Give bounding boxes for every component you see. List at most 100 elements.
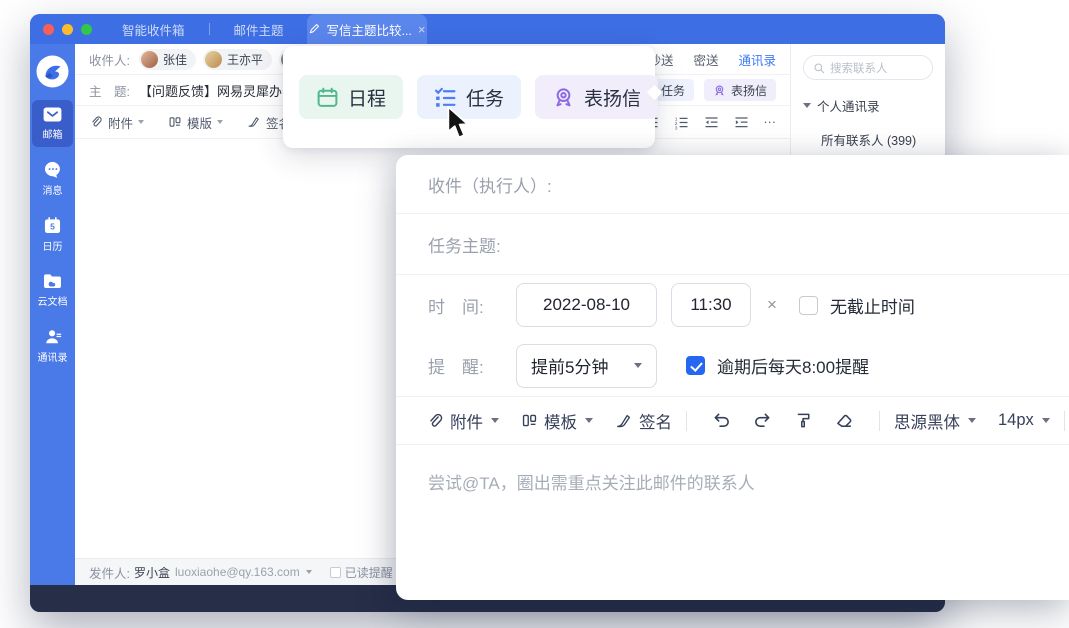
time-input[interactable]: 11:30: [671, 283, 751, 327]
remind-label: 提 醒:: [428, 353, 516, 378]
pencil-icon: [308, 23, 320, 35]
chevron-down-icon[interactable]: [306, 570, 312, 574]
attach-label: 附件: [108, 113, 133, 132]
recipient-chip[interactable]: 张佳: [139, 49, 196, 70]
format-painter-button[interactable]: [794, 411, 813, 430]
toolbar-divider: [879, 411, 880, 431]
numbered-list-icon[interactable]: 1 2 3: [674, 115, 689, 130]
font-size-value: 14px: [998, 411, 1034, 430]
recipient-chip[interactable]: 王亦平: [203, 49, 272, 70]
traffic-lights: [43, 24, 92, 35]
tab-mail-subject[interactable]: 邮件主题: [234, 20, 284, 39]
template-icon: [521, 412, 538, 429]
assignee-row[interactable]: 收件（执行人）:: [396, 155, 1069, 214]
zoom-window-button[interactable]: [81, 24, 92, 35]
sidebar-item-cloud-docs[interactable]: 云文档: [32, 266, 73, 314]
contacts-group-personal[interactable]: 个人通讯录: [791, 91, 945, 120]
recipient-name: 张佳: [163, 51, 187, 68]
remind-row: 提 醒: 提前5分钟 逾期后每天8:00提醒: [396, 335, 1069, 397]
no-deadline-label: 无截止时间: [830, 293, 915, 318]
signature-button[interactable]: 签名: [615, 409, 672, 433]
read-receipt-checkbox[interactable]: [330, 567, 341, 578]
remind-value: 提前5分钟: [531, 353, 608, 378]
calendar-outline-icon: [316, 86, 339, 109]
task-editor-toolbar: 附件 模板 签名: [396, 397, 1069, 445]
task-chip-label: 任务: [661, 82, 685, 99]
signature-pen-icon: [615, 412, 633, 430]
overdue-remind-checkbox[interactable]: [686, 356, 705, 375]
font-size-select[interactable]: 14px: [998, 411, 1050, 430]
chevron-down-icon: [803, 103, 811, 108]
toolbar-divider: [1064, 411, 1065, 431]
task-subject-row[interactable]: 任务主题:: [396, 214, 1069, 275]
template-icon: [168, 115, 182, 129]
chevron-down-icon: [1042, 418, 1050, 423]
contacts-link[interactable]: 通讯录: [738, 50, 776, 69]
search-placeholder: 搜索联系人: [830, 60, 888, 76]
sidebar-item-label: 云文档: [38, 293, 68, 308]
contact-search-input[interactable]: 搜索联系人: [803, 55, 933, 80]
attach-button[interactable]: 附件: [426, 409, 499, 433]
font-family-select[interactable]: 思源黑体: [894, 409, 976, 433]
contacts-all-item[interactable]: 所有联系人 (399): [791, 120, 945, 149]
sidebar-item-contacts[interactable]: 通讯录: [32, 321, 73, 370]
redo-button[interactable]: [753, 411, 772, 430]
task-editor-body[interactable]: 尝试@TA，圈出需重点关注此邮件的联系人: [396, 445, 1069, 600]
schedule-button[interactable]: 日程: [299, 75, 403, 119]
list-format-group: 1 2 3 ···: [644, 115, 777, 130]
praise-letter-button[interactable]: 表扬信: [535, 75, 658, 119]
sidebar-item-label: 日历: [43, 238, 63, 253]
praise-chip[interactable]: 表扬信: [704, 79, 776, 101]
folder-icon: [43, 273, 62, 289]
indent-icon[interactable]: [734, 115, 749, 130]
template-button[interactable]: 模版: [168, 113, 223, 132]
tab-compose-active[interactable]: 写信主题比较... ×: [307, 14, 427, 44]
time-label: 时 间:: [428, 293, 516, 318]
app-logo[interactable]: [36, 55, 69, 88]
chevron-down-icon: [138, 120, 144, 124]
titlebar: 智能收件箱 邮件主题 写信主题比较... ×: [30, 14, 945, 44]
remind-select[interactable]: 提前5分钟: [516, 344, 657, 388]
sender-label: 发件人:: [89, 563, 130, 582]
schedule-button-label: 日程: [348, 84, 386, 111]
contacts-group-label: 个人通讯录: [817, 96, 880, 115]
chevron-down-icon: [634, 363, 642, 368]
chevron-down-icon: [585, 418, 593, 423]
subject-label: 主 题:: [89, 81, 130, 100]
clear-time-button[interactable]: ×: [767, 295, 777, 315]
chevron-down-icon: [217, 120, 223, 124]
sidebar-item-calendar[interactable]: 5 日历: [32, 210, 73, 259]
bcc-link[interactable]: 密送: [693, 50, 718, 69]
date-input[interactable]: 2022-08-10: [516, 283, 657, 327]
paperclip-icon: [89, 115, 103, 129]
template-label: 模版: [187, 113, 212, 132]
chat-icon: [44, 161, 62, 178]
undo-button[interactable]: [712, 411, 731, 430]
template-button[interactable]: 模板: [521, 409, 593, 433]
tab-smart-inbox[interactable]: 智能收件箱: [122, 20, 185, 39]
task-subject-label: 任务主题:: [428, 232, 501, 257]
chevron-down-icon: [968, 418, 976, 423]
signature-pen-icon: [247, 115, 261, 129]
praise-button-label: 表扬信: [584, 84, 641, 111]
task-panel: 收件（执行人）: 任务主题: 时 间: 2022-08-10 11:30 × 无…: [396, 155, 1069, 600]
more-tools-button[interactable]: ···: [764, 115, 777, 129]
svg-text:5: 5: [50, 221, 55, 231]
eraser-icon: [835, 411, 854, 430]
close-window-button[interactable]: [43, 24, 54, 35]
outdent-icon[interactable]: [704, 115, 719, 130]
medal-icon: [713, 84, 726, 97]
sidebar-item-messages[interactable]: 消息: [32, 154, 73, 203]
search-icon: [813, 62, 825, 74]
overdue-remind-label: 逾期后每天8:00提醒: [717, 353, 869, 378]
mouse-cursor: [446, 106, 472, 140]
no-deadline-checkbox[interactable]: [799, 296, 818, 315]
sidebar-item-mail[interactable]: 邮箱: [32, 100, 73, 147]
tab-close-icon[interactable]: ×: [418, 23, 426, 36]
minimize-window-button[interactable]: [62, 24, 73, 35]
attach-button[interactable]: 附件: [89, 113, 144, 132]
sidebar-item-label: 消息: [43, 182, 63, 197]
time-row: 时 间: 2022-08-10 11:30 × 无截止时间: [396, 275, 1069, 335]
tab-divider: [209, 23, 210, 35]
eraser-button[interactable]: [835, 411, 854, 430]
